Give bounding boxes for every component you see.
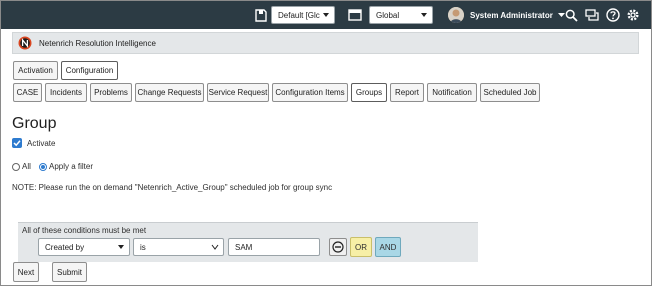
scope-select-value: Global — [376, 11, 400, 20]
or-label: OR — [355, 242, 367, 252]
top-navigation-bar: Default [Glc Global System Administrator — [1, 1, 651, 29]
radio-all[interactable] — [12, 163, 20, 171]
caret-down-icon — [117, 242, 125, 254]
activate-checkbox[interactable] — [12, 138, 22, 148]
search-icon[interactable] — [564, 8, 578, 22]
tab-label: Groups — [355, 88, 383, 97]
page-title: Group — [12, 115, 57, 132]
condition-value-text: SAM — [235, 243, 253, 252]
radio-apply-filter[interactable] — [39, 163, 47, 171]
radio-all-label: All — [22, 162, 31, 171]
remove-condition-button[interactable] — [329, 238, 347, 256]
or-button[interactable]: OR — [350, 237, 372, 257]
condition-field-select[interactable]: Created by — [38, 238, 130, 256]
update-set-select[interactable]: Default [Glc — [271, 6, 335, 24]
tab-label: Configuration Items — [275, 88, 345, 97]
tab-label: Notification — [432, 88, 472, 97]
application-scope-icon[interactable] — [348, 8, 362, 22]
tab-groups[interactable]: Groups — [351, 83, 387, 102]
submit-label: Submit — [57, 267, 82, 277]
tab-label: Configuration — [65, 66, 114, 75]
tab-label: Scheduled Job — [483, 88, 537, 97]
sync-note: NOTE: Please run the on demand "Netenric… — [12, 183, 333, 192]
activate-label: Activate — [27, 139, 56, 148]
tab-problems[interactable]: Problems — [90, 83, 132, 102]
user-name: System Administrator — [470, 10, 553, 20]
tab-incidents[interactable]: Incidents — [45, 83, 87, 102]
tab-notification[interactable]: Notification — [427, 83, 477, 102]
tab-label: Change Requests — [137, 88, 202, 97]
tab-case[interactable]: CASE — [13, 83, 42, 102]
tab-label: Problems — [94, 88, 128, 97]
tab-label: Report — [394, 88, 419, 97]
condition-operator-value: is — [140, 243, 146, 252]
radio-apply-filter-label: Apply a filter — [49, 162, 94, 171]
app-title: Netenrich Resolution Intelligence — [39, 38, 156, 48]
tab-service-request[interactable]: Service Request — [207, 83, 269, 102]
chevron-down-icon — [322, 10, 330, 22]
submit-button[interactable]: Submit — [52, 262, 87, 282]
condition-field-value: Created by — [45, 243, 85, 252]
tab-label: Service Request — [208, 88, 268, 97]
tab-report[interactable]: Report — [390, 83, 424, 102]
next-label: Next — [17, 267, 35, 277]
chevron-down-icon — [420, 10, 428, 22]
connect-chat-icon[interactable] — [585, 8, 599, 22]
minus-circle-icon — [332, 241, 344, 253]
and-button[interactable]: AND — [375, 237, 401, 257]
tab-configuration[interactable]: Configuration — [61, 61, 118, 80]
scope-select[interactable]: Global — [369, 6, 433, 24]
application-header: Netenrich Resolution Intelligence — [12, 32, 639, 54]
netenrich-logo-icon — [18, 36, 32, 50]
avatar — [448, 7, 464, 23]
next-button[interactable]: Next — [13, 262, 39, 282]
and-label: AND — [379, 242, 397, 252]
gear-icon[interactable] — [626, 8, 640, 22]
update-set-select-value: Default [Glc — [278, 11, 320, 20]
chevron-down-icon — [211, 242, 219, 254]
help-icon[interactable] — [606, 8, 620, 22]
tab-scheduled-job[interactable]: Scheduled Job — [480, 83, 540, 102]
tab-label: Incidents — [49, 88, 83, 97]
tab-configuration-items[interactable]: Configuration Items — [272, 83, 348, 102]
condition-title: All of these conditions must be met — [22, 226, 147, 235]
checkmark-icon — [13, 140, 21, 147]
tab-label: CASE — [16, 88, 39, 97]
tab-label: Activation — [18, 66, 53, 75]
condition-operator-select[interactable]: is — [133, 238, 224, 256]
tab-activation[interactable]: Activation — [13, 61, 58, 80]
tab-change-requests[interactable]: Change Requests — [135, 83, 204, 102]
user-menu[interactable]: System Administrator — [448, 7, 565, 23]
condition-value-input[interactable]: SAM — [228, 238, 320, 256]
update-set-icon[interactable] — [254, 8, 268, 22]
